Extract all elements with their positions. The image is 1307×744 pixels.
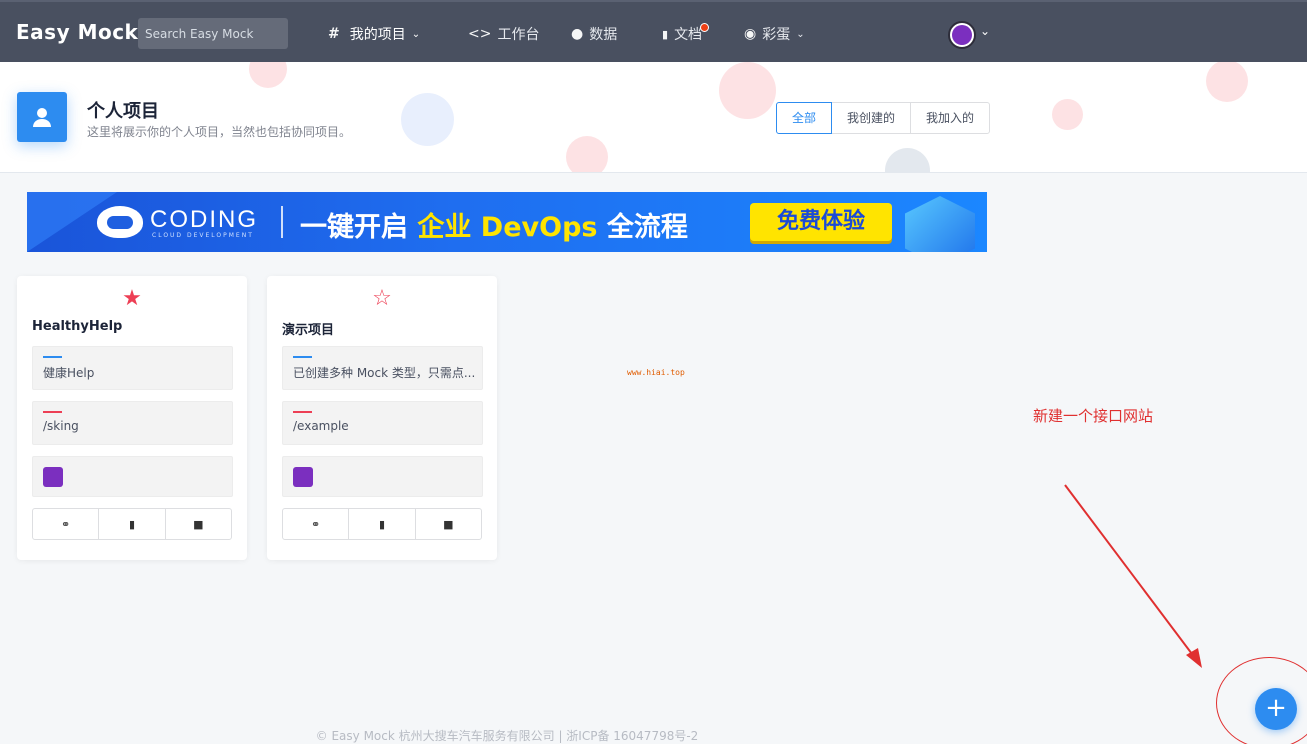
nav-easter-egg-label: 彩蛋 <box>762 27 791 43</box>
annotation-text: 新建一个接口网站 <box>1033 407 1154 425</box>
page-header: 个人项目 这里将展示你的个人项目，当然也包括协同项目。 全部 我创建的 我加入的 <box>0 62 1307 173</box>
user-icon <box>17 92 67 142</box>
project-name: HealthyHelp <box>32 319 123 334</box>
decor-bubble <box>1206 62 1248 102</box>
project-members-field <box>282 456 483 497</box>
egg-icon: ◉ <box>744 26 757 42</box>
decor-bubble <box>249 62 287 88</box>
project-url-field: /example <box>282 401 483 445</box>
search-input[interactable]: Search Easy Mock <box>138 18 288 49</box>
hash-icon: # <box>328 26 340 42</box>
nav-data-label: 数据 <box>589 27 618 43</box>
nav-my-projects-label: 我的项目 <box>349 27 406 43</box>
decor-bubble <box>566 136 608 172</box>
project-actions: ⚭ ▮ ■ <box>32 508 232 540</box>
star-filled-icon[interactable]: ★ <box>17 286 247 311</box>
slogan-part2: 全流程 <box>597 212 688 243</box>
nav-data[interactable]: ● 数据 <box>571 24 617 44</box>
decor-bubble <box>885 148 930 172</box>
project-description-field: 已创建多种 Mock 类型，只需点... <box>282 346 483 390</box>
coding-mascot-icon <box>97 206 143 238</box>
filter-all[interactable]: 全部 <box>776 102 833 134</box>
project-url-field: /sking <box>32 401 233 445</box>
avatar-image <box>952 25 972 45</box>
add-project-button[interactable]: + <box>1255 688 1297 730</box>
project-members-field <box>32 456 233 497</box>
project-description: 健康Help <box>43 366 95 380</box>
copy-icon[interactable]: ▮ <box>348 509 414 539</box>
nav-docs[interactable]: ▮ 文档 <box>662 24 702 44</box>
cube-icon <box>905 196 975 252</box>
banner-divider <box>281 206 283 238</box>
chevron-down-icon[interactable]: ⌄ <box>980 24 990 38</box>
slogan-highlight: 企业 DevOps <box>417 212 598 243</box>
project-description-field: 健康Help <box>32 346 233 390</box>
decor-bubble <box>401 93 454 146</box>
slogan-part1: 一键开启 <box>300 212 418 243</box>
nav-workbench[interactable]: <> 工作台 <box>468 24 539 44</box>
nav-workbench-label: 工作台 <box>497 27 540 43</box>
page-subtitle: 这里将展示你的个人项目，当然也包括协同项目。 <box>87 125 352 139</box>
trash-icon[interactable]: ■ <box>164 509 231 539</box>
decor-bubble <box>1052 99 1083 130</box>
brand-logo[interactable]: Easy Mock <box>16 20 138 44</box>
project-name: 演示项目 <box>282 323 335 338</box>
accent-line <box>43 411 62 413</box>
member-avatar[interactable] <box>43 467 63 487</box>
copy-icon[interactable]: ▮ <box>98 509 164 539</box>
project-card[interactable]: ☆ 演示项目 已创建多种 Mock 类型，只需点... /example ⚭ ▮… <box>267 276 497 560</box>
banner-brand: CODING <box>150 206 258 233</box>
chevron-down-icon: ⌄ <box>796 28 805 40</box>
book-icon: ▮ <box>662 27 669 41</box>
accent-line <box>293 356 312 358</box>
code-icon: <> <box>468 26 492 42</box>
filter-created[interactable]: 我创建的 <box>831 102 912 134</box>
banner-cta-button[interactable]: 免费体验 <box>750 203 892 241</box>
project-card[interactable]: ★ HealthyHelp 健康Help /sking ⚭ ▮ ■ <box>17 276 247 560</box>
project-url: /example <box>293 419 349 433</box>
ad-banner[interactable]: CODING CLOUD DEVELOPMENT 一键开启 企业 DevOps … <box>27 192 987 252</box>
top-navbar: Easy Mock Search Easy Mock # 我的项目 ⌄ <> 工… <box>0 0 1307 62</box>
project-description: 已创建多种 Mock 类型，只需点... <box>293 366 476 380</box>
accent-line <box>293 411 312 413</box>
nav-easter-egg[interactable]: ◉ 彩蛋 ⌄ <box>744 24 805 44</box>
annotation-arrow-icon <box>1064 484 1202 668</box>
user-avatar[interactable] <box>948 21 976 49</box>
nav-my-projects[interactable]: # 我的项目 ⌄ <box>328 24 420 44</box>
project-filter: 全部 我创建的 我加入的 <box>776 102 991 134</box>
filter-joined[interactable]: 我加入的 <box>910 102 991 134</box>
dashboard-icon: ● <box>571 26 584 42</box>
page-title: 个人项目 <box>87 101 159 122</box>
footer-text: © Easy Mock 杭州大搜车汽车服务有限公司 | 浙ICP备 160477… <box>315 729 699 743</box>
banner-brand-sub: CLOUD DEVELOPMENT <box>152 232 254 239</box>
link-icon[interactable]: ⚭ <box>283 509 348 539</box>
decor-bubble <box>719 62 776 119</box>
notification-badge <box>700 23 709 32</box>
watermark-text: www.hiai.top <box>627 368 685 377</box>
accent-line <box>43 356 62 358</box>
star-outline-icon[interactable]: ☆ <box>267 286 497 311</box>
project-url: /sking <box>43 419 79 433</box>
project-actions: ⚭ ▮ ■ <box>282 508 482 540</box>
nav-docs-label: 文档 <box>674 27 703 43</box>
chevron-down-icon: ⌄ <box>411 28 421 40</box>
banner-slogan: 一键开启 企业 DevOps 全流程 <box>300 205 688 244</box>
link-icon[interactable]: ⚭ <box>33 509 98 539</box>
member-avatar[interactable] <box>293 467 313 487</box>
trash-icon[interactable]: ■ <box>414 509 481 539</box>
